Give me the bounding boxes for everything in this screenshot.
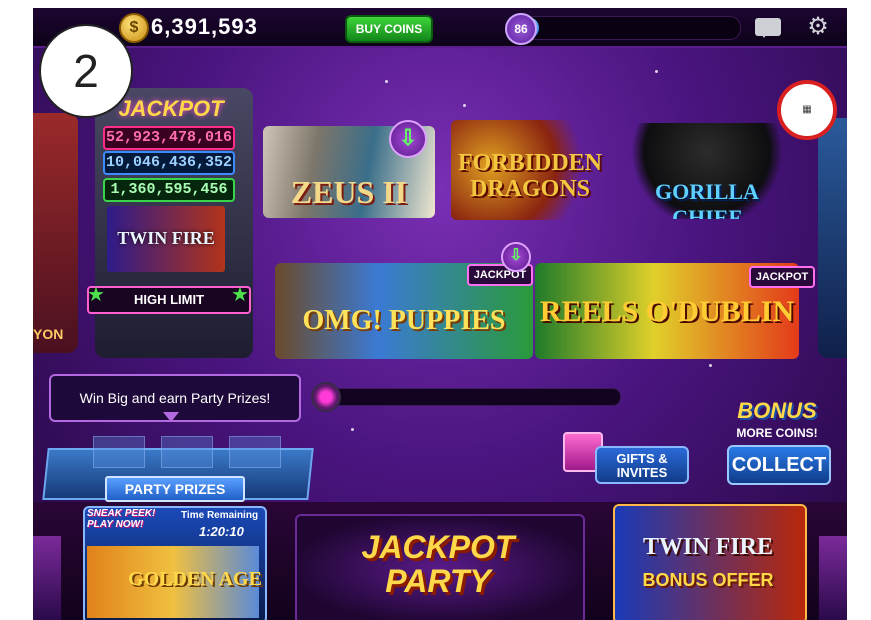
prize-box xyxy=(229,436,281,468)
download-icon[interactable]: ⇩ xyxy=(389,120,427,158)
coin-balance: 6,391,593 xyxy=(151,14,258,39)
game-title: REELS O'DUBLIN xyxy=(539,295,795,328)
jackpot-party-title: JACKPOT PARTY xyxy=(361,529,515,599)
machine-game-title: TWIN FIRE xyxy=(117,228,215,248)
gear-icon[interactable]: ⚙ xyxy=(807,15,829,39)
level-progress-bar xyxy=(511,16,741,40)
jackpot-title: JACKPOT xyxy=(118,96,224,121)
game-title: FORBIDDEN DRAGONS xyxy=(457,150,602,202)
jackpot-amount-minor: 1,360,595,456 xyxy=(103,178,235,202)
slot-machine-left[interactable] xyxy=(33,113,78,353)
slot-machine-left-label: YON xyxy=(33,326,64,342)
buy-coins-button[interactable]: BUY COINS xyxy=(345,15,433,43)
party-progress-track xyxy=(313,388,621,406)
sparkle xyxy=(655,70,658,73)
step-number-badge: 2 xyxy=(39,24,133,118)
bonus-subtitle: MORE COINS! xyxy=(736,426,818,440)
time-remaining-value: 1:20:10 xyxy=(199,524,244,539)
game-title: OMG! PUPPIES xyxy=(302,305,506,336)
gifts-invites-button[interactable]: GIFTS & INVITES xyxy=(595,446,689,484)
star-icon: ★ xyxy=(231,284,249,306)
golden-age-title: GOLDEN AGE xyxy=(128,568,262,590)
sparkle xyxy=(709,364,712,367)
game-tile-gorilla-chief[interactable]: GORILLA CHIEF xyxy=(627,123,787,219)
sparkle xyxy=(463,104,466,107)
star-icon: ★ xyxy=(87,284,105,306)
rail-decoration-right xyxy=(819,536,847,620)
prize-box xyxy=(93,436,145,468)
collect-bonus-button[interactable]: COLLECT xyxy=(727,445,831,485)
time-remaining-label: Time Remaining xyxy=(181,510,259,521)
party-progress-knob xyxy=(311,382,342,412)
party-prizes-tooltip: Win Big and earn Party Prizes! xyxy=(49,374,301,422)
jackpot-amount-grand: 52,923,478,016 xyxy=(103,126,235,150)
chat-icon[interactable] xyxy=(755,18,781,38)
level-badge[interactable]: 86 xyxy=(505,13,537,45)
bonus-offer-label: BONUS OFFER xyxy=(642,570,774,590)
twin-fire-offer-card[interactable] xyxy=(613,504,807,620)
slot-machine-right[interactable] xyxy=(818,118,847,358)
coin-icon: $ xyxy=(119,13,149,43)
sparkle xyxy=(385,80,388,83)
bonus-title: BONUS xyxy=(737,398,817,423)
rail-decoration-left xyxy=(33,536,61,620)
jackpot-tag: JACKPOT xyxy=(749,266,815,288)
high-limit-badge: HIGH LIMIT xyxy=(87,286,251,314)
game-lobby: $ 6,391,593 BUY COINS 86 ⚙ YON JACKPOT 5… xyxy=(33,8,847,620)
game-title: ZEUS II xyxy=(290,174,408,210)
game-title: GORILLA CHIEF xyxy=(655,179,759,219)
sparkle xyxy=(351,428,354,431)
game-tile-forbidden-dragons[interactable]: FORBIDDEN DRAGONS xyxy=(451,120,609,220)
twin-fire-title: TWIN FIRE xyxy=(642,534,774,560)
prize-box xyxy=(161,436,213,468)
sneak-peek-label: SNEAK PEEK! PLAY NOW! xyxy=(87,508,156,530)
jackpot-amount-major: 10,046,436,352 xyxy=(103,151,235,175)
party-prizes-button[interactable]: PARTY PRIZES xyxy=(105,476,245,502)
top-bar: $ 6,391,593 BUY COINS 86 ⚙ xyxy=(33,8,847,48)
download-icon[interactable]: ⇩ xyxy=(501,242,531,272)
